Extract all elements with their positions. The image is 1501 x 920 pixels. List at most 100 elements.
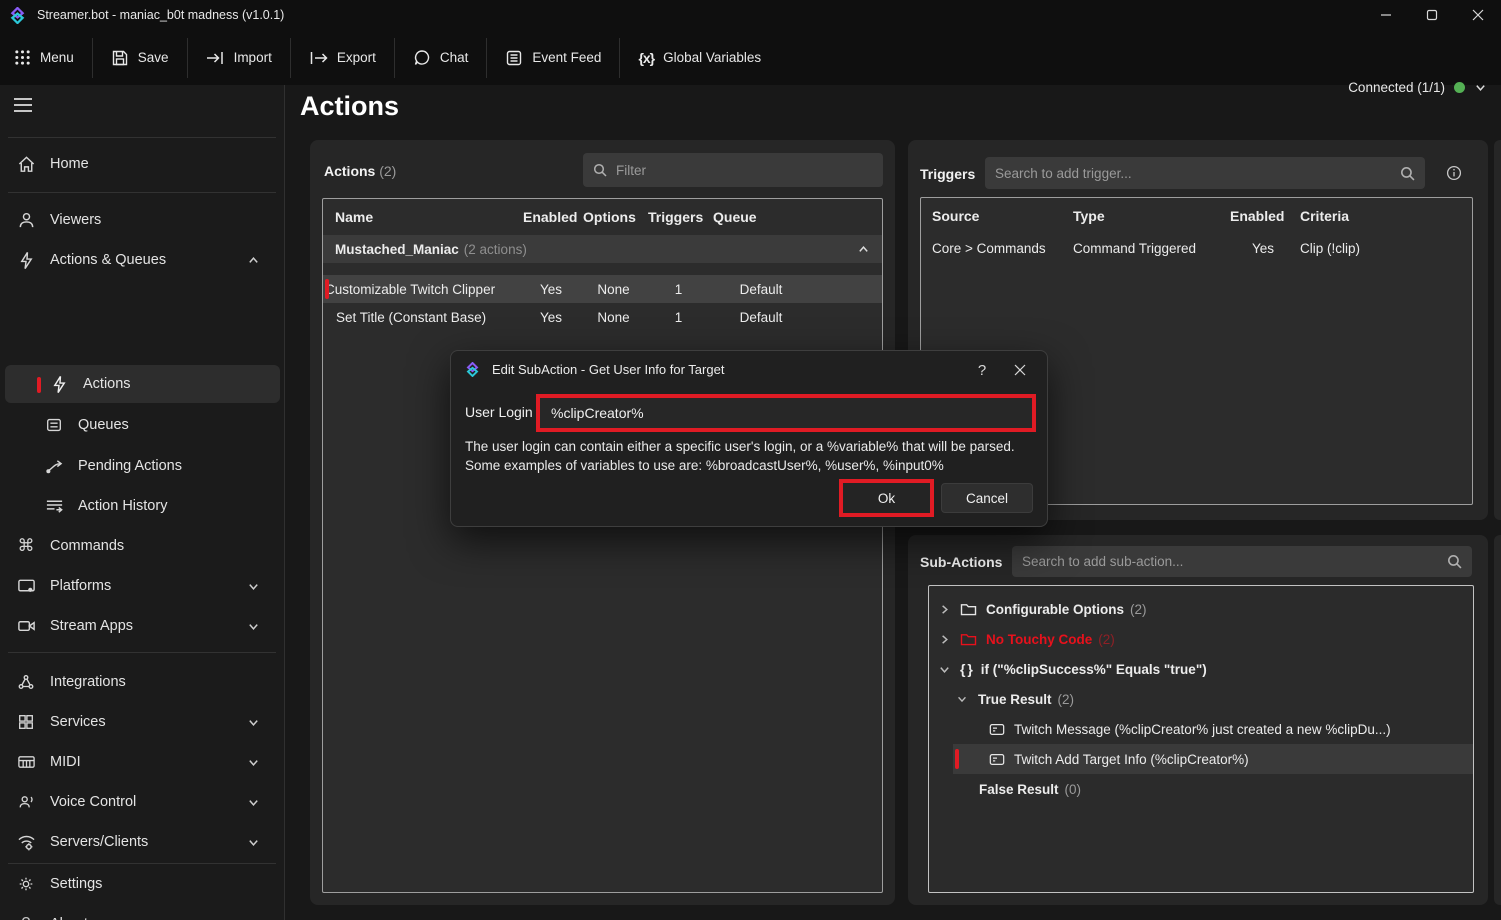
tree-item-false-result[interactable]: False Result (0): [929, 774, 1473, 804]
sidebar-item-home[interactable]: Home: [0, 144, 285, 184]
sidebar-item-services[interactable]: Services: [0, 702, 285, 742]
user-login-annotation: [536, 394, 1036, 432]
tree-item-if-condition[interactable]: { } if ("%clipSuccess%" Equals "true"): [929, 654, 1473, 684]
tree-item-label: Twitch Message (%clipCreator% just creat…: [1014, 722, 1391, 737]
menu-label: Menu: [40, 50, 74, 65]
hamburger-menu-icon[interactable]: [12, 94, 34, 116]
trigger-source: Core > Commands: [921, 241, 1071, 256]
toolbar-separator: [187, 38, 188, 78]
tree-item-twitch-add-target-info[interactable]: Twitch Add Target Info (%clipCreator%): [953, 744, 1473, 774]
column-header-queue[interactable]: Queue: [711, 209, 811, 225]
sidebar-item-servers-clients[interactable]: Servers/Clients: [0, 822, 285, 862]
minimize-button[interactable]: [1363, 0, 1409, 30]
filter-input[interactable]: [616, 163, 873, 178]
event-feed-icon: [505, 49, 523, 67]
lightning-icon: [49, 374, 69, 394]
dialog-help-text: The user login can contain either a spec…: [465, 437, 1015, 475]
action-group-row[interactable]: Mustached_Maniac (2 actions): [323, 235, 882, 263]
chevron-down-icon[interactable]: [937, 662, 951, 676]
folder-icon: [960, 632, 977, 646]
chevron-down-icon: [1474, 81, 1487, 94]
user-login-input[interactable]: [540, 398, 1032, 428]
triggers-table-header: Source Type Enabled Criteria: [921, 198, 1472, 234]
sidebar-item-voice-control[interactable]: Voice Control: [0, 782, 285, 822]
chevron-down-icon[interactable]: [955, 692, 969, 706]
toolbar-separator: [486, 38, 487, 78]
sidebar-item-label: Integrations: [50, 674, 285, 690]
sidebar-item-label: Settings: [50, 876, 285, 892]
column-header-enabled[interactable]: Enabled: [1228, 208, 1298, 224]
sidebar-item-midi[interactable]: MIDI: [0, 742, 285, 782]
sidebar-item-label: Action History: [78, 498, 285, 514]
sidebar-item-pending-actions[interactable]: Pending Actions: [0, 446, 285, 486]
trigger-search[interactable]: [985, 157, 1425, 189]
trigger-search-input[interactable]: [995, 166, 1391, 181]
cancel-button[interactable]: Cancel: [941, 483, 1033, 513]
sidebar-item-about[interactable]: ? About: [0, 904, 285, 920]
grid-squares-icon: [16, 712, 36, 732]
sidebar-item-stream-apps[interactable]: Stream Apps: [0, 606, 285, 646]
column-header-type[interactable]: Type: [1071, 208, 1228, 224]
table-row[interactable]: Core > Commands Command Triggered Yes Cl…: [921, 234, 1472, 262]
export-button[interactable]: Export: [299, 42, 386, 74]
sidebar-item-settings[interactable]: Settings: [0, 864, 285, 904]
subaction-search[interactable]: [1012, 546, 1472, 577]
export-icon: [309, 50, 328, 66]
save-button[interactable]: Save: [101, 41, 179, 75]
connection-status[interactable]: Connected (1/1): [1348, 60, 1487, 115]
chat-button[interactable]: Chat: [403, 41, 479, 75]
global-variables-button[interactable]: {x} Global Variables: [628, 42, 771, 74]
dialog-help-button[interactable]: ?: [971, 359, 993, 381]
sidebar-item-actions-queues[interactable]: Actions & Queues: [0, 240, 285, 280]
menu-button[interactable]: Menu: [4, 41, 84, 74]
table-row[interactable]: Set Title (Constant Base) Yes None 1 Def…: [323, 303, 882, 331]
tree-item-twitch-message[interactable]: Twitch Message (%clipCreator% just creat…: [929, 714, 1473, 744]
streamerbot-window: Streamer.bot - maniac_b0t madness (v1.0.…: [0, 0, 1501, 920]
main-toolbar: Menu Save Import: [0, 30, 1501, 85]
chevron-right-icon[interactable]: [937, 602, 951, 616]
search-icon: [593, 163, 607, 177]
tree-item-configurable-options[interactable]: Configurable Options (2): [929, 594, 1473, 624]
ok-button[interactable]: Ok: [843, 483, 930, 513]
message-box-icon: [989, 753, 1005, 766]
import-icon: [206, 50, 225, 66]
column-header-source[interactable]: Source: [921, 208, 1071, 224]
sidebar-item-label: Home: [50, 156, 285, 172]
chevron-right-icon[interactable]: [937, 632, 951, 646]
info-icon[interactable]: [1446, 165, 1462, 181]
column-header-enabled[interactable]: Enabled: [521, 209, 581, 225]
tree-item-true-result[interactable]: True Result (2): [929, 684, 1473, 714]
streamerbot-logo-icon: [10, 7, 25, 24]
actions-filter-search[interactable]: [583, 153, 883, 187]
sidebar-item-label: Queues: [78, 417, 285, 433]
column-header-triggers[interactable]: Triggers: [646, 209, 711, 225]
dialog-title: Edit SubAction - Get User Info for Targe…: [492, 362, 724, 377]
sidebar-item-label: Actions & Queues: [50, 252, 227, 268]
save-icon: [111, 49, 129, 67]
action-enabled: Yes: [521, 282, 581, 297]
sidebar-item-integrations[interactable]: Integrations: [0, 662, 285, 702]
tree-item-no-touchy-code[interactable]: No Touchy Code (2): [929, 624, 1473, 654]
column-header-options[interactable]: Options: [581, 209, 646, 225]
subaction-search-input[interactable]: [1022, 554, 1438, 569]
sidebar-item-queues[interactable]: Queues: [0, 405, 285, 445]
sidebar-item-label: MIDI: [50, 754, 227, 770]
sidebar-item-action-history[interactable]: Action History: [0, 486, 285, 526]
sidebar-item-viewers[interactable]: Viewers: [0, 200, 285, 240]
table-row[interactable]: Customizable Twitch Clipper Yes None 1 D…: [323, 275, 882, 303]
import-button[interactable]: Import: [196, 42, 282, 74]
sidebar-item-label: Servers/Clients: [50, 834, 227, 850]
maximize-button[interactable]: [1409, 0, 1455, 30]
person-icon: [16, 210, 36, 230]
question-mark-icon: ?: [16, 914, 36, 920]
column-header-name[interactable]: Name: [323, 209, 521, 225]
sidebar-item-actions[interactable]: Actions: [5, 365, 280, 403]
dialog-close-button[interactable]: [1009, 359, 1031, 381]
column-header-criteria[interactable]: Criteria: [1298, 208, 1472, 224]
sidebar-item-platforms[interactable]: Platforms: [0, 566, 285, 606]
selected-indicator: [955, 749, 959, 769]
close-button[interactable]: [1455, 0, 1501, 30]
chevron-up-icon[interactable]: [857, 243, 870, 256]
sidebar-item-commands[interactable]: ⌘ Commands: [0, 526, 285, 566]
event-feed-button[interactable]: Event Feed: [495, 41, 611, 75]
